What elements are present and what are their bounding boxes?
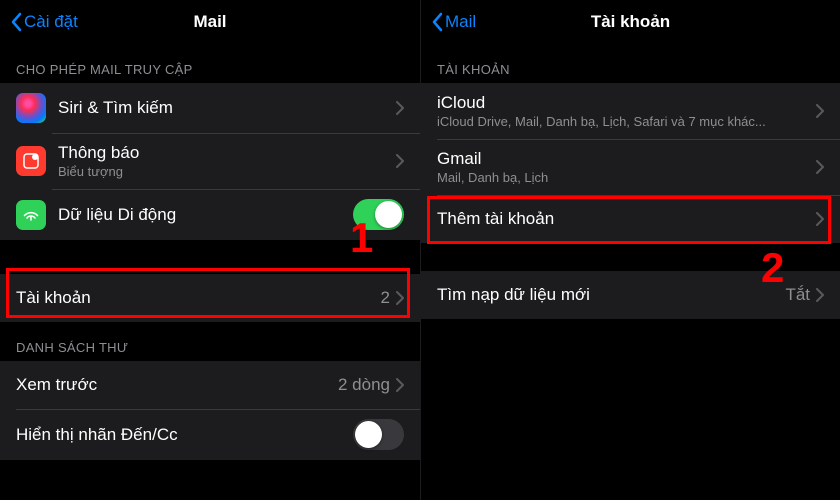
chevron-right-icon (816, 104, 824, 118)
tocc-toggle[interactable] (353, 419, 404, 450)
row-label: Tài khoản (16, 288, 381, 308)
row-cellular-data[interactable]: Dữ liệu Di động (0, 189, 420, 240)
row-label: iCloud (437, 93, 816, 113)
page-title: Tài khoản (421, 12, 840, 32)
row-accounts[interactable]: Tài khoản 2 (0, 274, 420, 322)
chevron-right-icon (396, 291, 404, 305)
chevron-right-icon (396, 154, 404, 168)
row-gmail[interactable]: Gmail Mail, Danh bạ, Lịch (421, 139, 840, 195)
chevron-left-icon (431, 12, 443, 32)
row-sublabel: Biểu tượng (58, 164, 396, 179)
back-button[interactable]: Cài đặt (10, 12, 78, 32)
row-icloud[interactable]: iCloud iCloud Drive, Mail, Danh bạ, Lịch… (421, 83, 840, 139)
section-header-list: DANH SÁCH THƯ (0, 322, 420, 361)
row-sublabel: iCloud Drive, Mail, Danh bạ, Lịch, Safar… (437, 114, 816, 129)
back-label: Cài đặt (24, 12, 78, 32)
row-label: Hiển thị nhãn Đến/Cc (16, 425, 353, 445)
cellular-toggle[interactable] (353, 199, 404, 230)
section-header-access: CHO PHÉP MAIL TRUY CẬP (0, 44, 420, 83)
chevron-right-icon (396, 378, 404, 392)
row-label: Thông báo (58, 143, 396, 163)
chevron-left-icon (10, 12, 22, 32)
back-button[interactable]: Mail (431, 12, 476, 32)
row-label: Thêm tài khoản (437, 209, 816, 229)
fetch-value: Tắt (785, 285, 810, 305)
row-siri-search[interactable]: Siri & Tìm kiếm (0, 83, 420, 133)
cellular-icon (16, 200, 46, 230)
row-label: Siri & Tìm kiếm (58, 98, 396, 118)
nav-header: Cài đặt Mail (0, 0, 420, 44)
row-sublabel: Mail, Danh bạ, Lịch (437, 170, 816, 185)
row-notifications[interactable]: Thông báo Biểu tượng (0, 133, 420, 189)
row-show-tocc[interactable]: Hiển thị nhãn Đến/Cc (0, 409, 420, 460)
section-header-accounts: TÀI KHOẢN (421, 44, 840, 83)
chevron-right-icon (816, 160, 824, 174)
back-label: Mail (445, 12, 476, 32)
notifications-icon (16, 146, 46, 176)
row-label: Gmail (437, 149, 816, 169)
row-fetch-data[interactable]: Tìm nạp dữ liệu mới Tắt (421, 271, 840, 319)
accounts-pane: Mail Tài khoản TÀI KHOẢN iCloud iCloud D… (420, 0, 840, 500)
chevron-right-icon (816, 212, 824, 226)
accounts-count: 2 (381, 288, 390, 308)
row-add-account[interactable]: Thêm tài khoản (421, 195, 840, 243)
preview-value: 2 dòng (338, 375, 390, 395)
chevron-right-icon (396, 101, 404, 115)
chevron-right-icon (816, 288, 824, 302)
row-label: Tìm nạp dữ liệu mới (437, 285, 785, 305)
siri-icon (16, 93, 46, 123)
settings-mail-pane: Cài đặt Mail CHO PHÉP MAIL TRUY CẬP Siri… (0, 0, 420, 500)
nav-header: Mail Tài khoản (421, 0, 840, 44)
row-preview[interactable]: Xem trước 2 dòng (0, 361, 420, 409)
row-label: Xem trước (16, 375, 338, 395)
row-label: Dữ liệu Di động (58, 205, 353, 225)
